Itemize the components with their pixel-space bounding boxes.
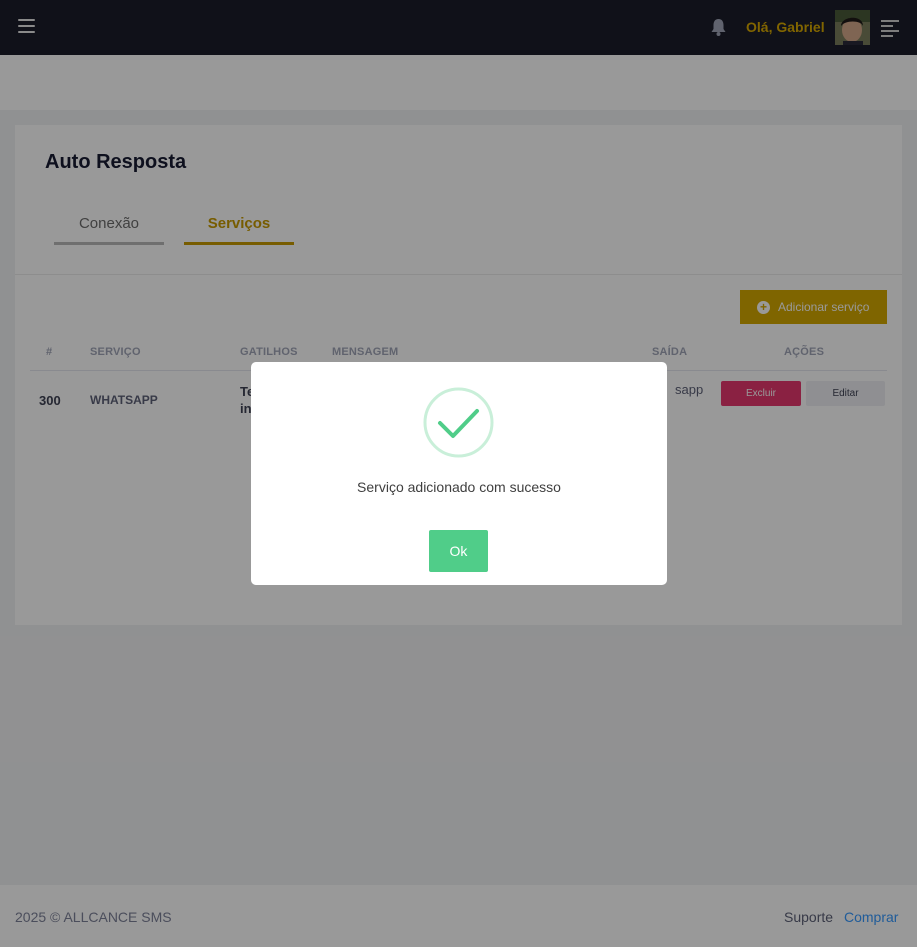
dialog-message: Serviço adicionado com sucesso (357, 479, 561, 495)
ok-button[interactable]: Ok (429, 530, 488, 572)
success-check-icon (423, 387, 494, 458)
success-dialog: Serviço adicionado com sucesso Ok (251, 362, 667, 585)
